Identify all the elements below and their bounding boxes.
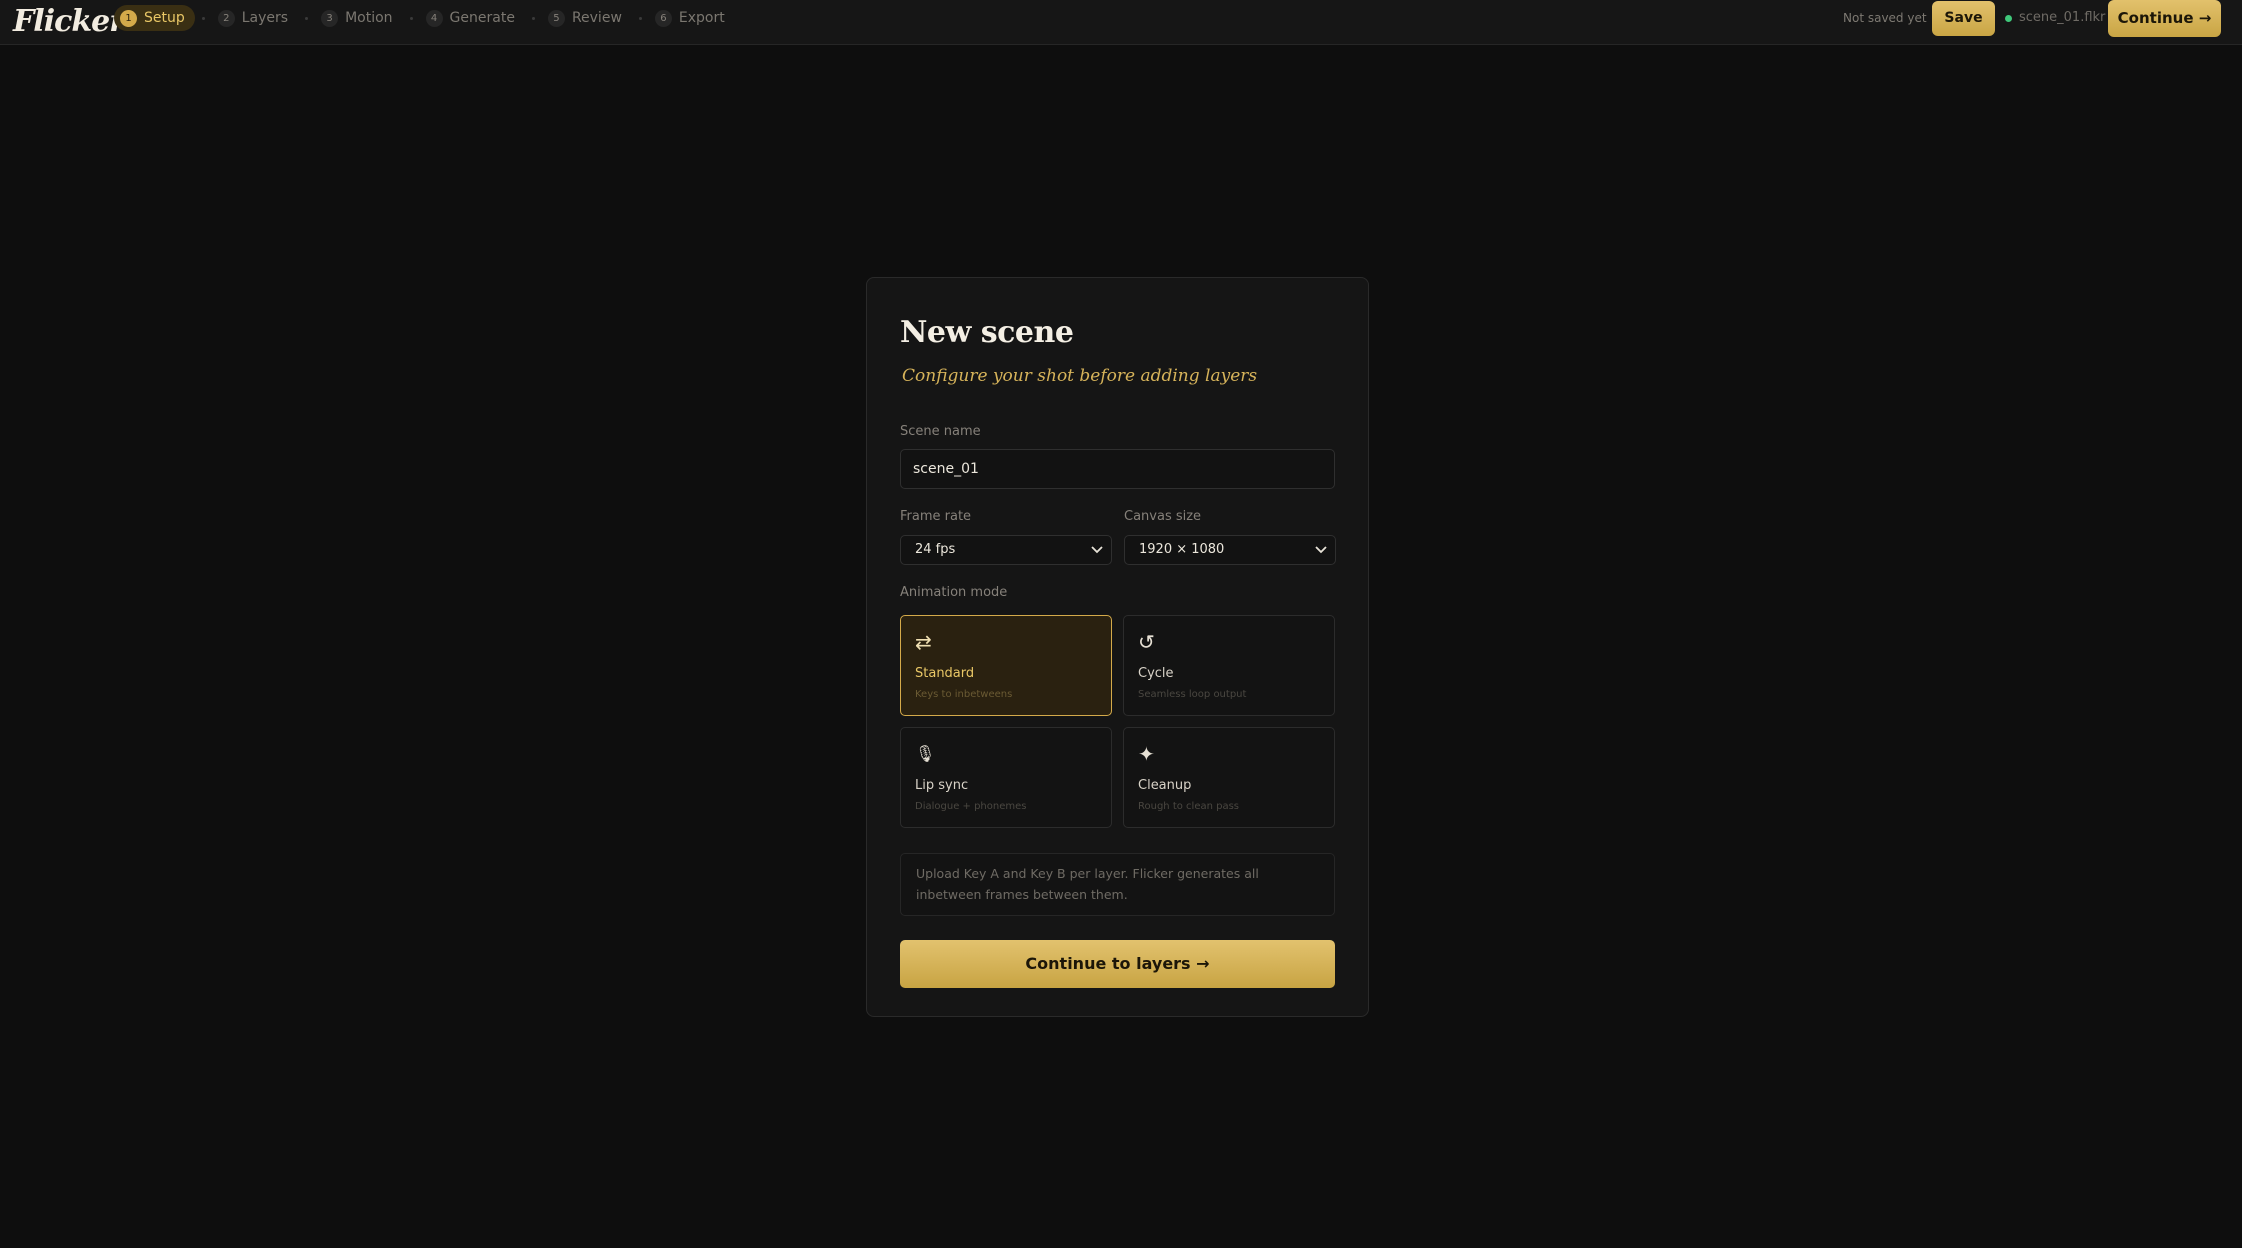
frame-rate-value: 24 fps: [915, 542, 956, 557]
scene-name-label: Scene name: [900, 424, 981, 439]
mode-card-cleanup[interactable]: ✦ Cleanup Rough to clean pass: [1123, 727, 1335, 828]
mode-title: Lip sync: [915, 778, 969, 793]
microphone-icon: 🎙: [915, 744, 936, 763]
mode-title: Standard: [915, 666, 975, 681]
step-label: Motion: [345, 10, 393, 26]
step-label: Review: [571, 10, 622, 26]
step-number: 6: [654, 9, 672, 27]
mode-description: Dialogue + phonemes: [915, 801, 1027, 812]
status-dot-icon: [2005, 14, 2012, 22]
step-separator: [305, 16, 309, 20]
step-review[interactable]: 5 Review: [542, 5, 632, 31]
mode-info-box: Upload Key A and Key B per layer. Flicke…: [900, 853, 1335, 916]
card-title: New scene: [900, 315, 1074, 350]
mode-title: Cycle: [1138, 666, 1174, 681]
continue-to-layers-button[interactable]: Continue to layers →: [900, 940, 1335, 988]
canvas-size-value: 1920 × 1080: [1139, 542, 1225, 557]
file-name: scene_01.flkr: [2019, 10, 2106, 25]
save-button[interactable]: Save: [1932, 1, 1995, 36]
swap-arrows-icon: ⇄: [915, 630, 932, 654]
mode-title: Cleanup: [1138, 778, 1192, 793]
canvas-size-select[interactable]: 1920 × 1080: [1124, 535, 1336, 565]
step-label: Layers: [241, 10, 289, 26]
step-number: 3: [321, 9, 339, 27]
mode-card-standard[interactable]: ⇄ Standard Keys to inbetweens: [900, 615, 1112, 716]
card-subtitle: Configure your shot before adding layers: [902, 366, 1258, 386]
step-separator: [201, 16, 205, 20]
mode-description: Seamless loop output: [1138, 689, 1247, 700]
mode-card-lip-sync[interactable]: 🎙 Lip sync Dialogue + phonemes: [900, 727, 1112, 828]
scene-name-input[interactable]: [900, 449, 1335, 489]
step-separator: [531, 16, 535, 20]
step-label: Export: [678, 10, 725, 26]
mode-description: Keys to inbetweens: [915, 689, 1013, 700]
canvas-size-label: Canvas size: [1124, 509, 1202, 524]
new-scene-card: New scene Configure your shot before add…: [866, 277, 1369, 1017]
sparkle-icon: ✦: [1138, 742, 1155, 766]
step-motion[interactable]: 3 Motion: [315, 5, 402, 31]
animation-mode-label: Animation mode: [900, 585, 1008, 600]
step-navigation: 1 Setup 2 Layers 3 Motion 4 Generate 5 R…: [114, 5, 735, 31]
chevron-down-icon: [1091, 546, 1103, 554]
mode-card-cycle[interactable]: ↺ Cycle Seamless loop output: [1123, 615, 1335, 716]
step-label: Setup: [144, 10, 185, 26]
frame-rate-label: Frame rate: [900, 509, 972, 524]
continue-button[interactable]: Continue →: [2108, 0, 2221, 37]
frame-rate-select[interactable]: 24 fps: [900, 535, 1112, 565]
step-export[interactable]: 6 Export: [649, 5, 735, 31]
step-number: 4: [425, 9, 443, 27]
step-number: 1: [120, 9, 137, 27]
chevron-down-icon: [1315, 546, 1327, 554]
step-label: Generate: [449, 10, 515, 26]
step-generate[interactable]: 4 Generate: [420, 5, 525, 31]
mode-description: Rough to clean pass: [1138, 801, 1240, 812]
step-separator: [409, 16, 413, 20]
step-number: 2: [217, 9, 235, 27]
app-logo[interactable]: Flicker: [13, 2, 125, 42]
step-setup[interactable]: 1 Setup: [114, 5, 195, 31]
top-bar: Flicker 1 Setup 2 Layers 3 Motion 4 Gene…: [0, 0, 2242, 45]
loop-icon: ↺: [1138, 630, 1155, 654]
step-layers[interactable]: 2 Layers: [212, 5, 298, 31]
file-indicator: scene_01.flkr: [2005, 8, 2105, 28]
step-number: 5: [547, 9, 565, 27]
save-status-text: Not saved yet: [1843, 11, 1927, 25]
step-separator: [638, 16, 642, 20]
